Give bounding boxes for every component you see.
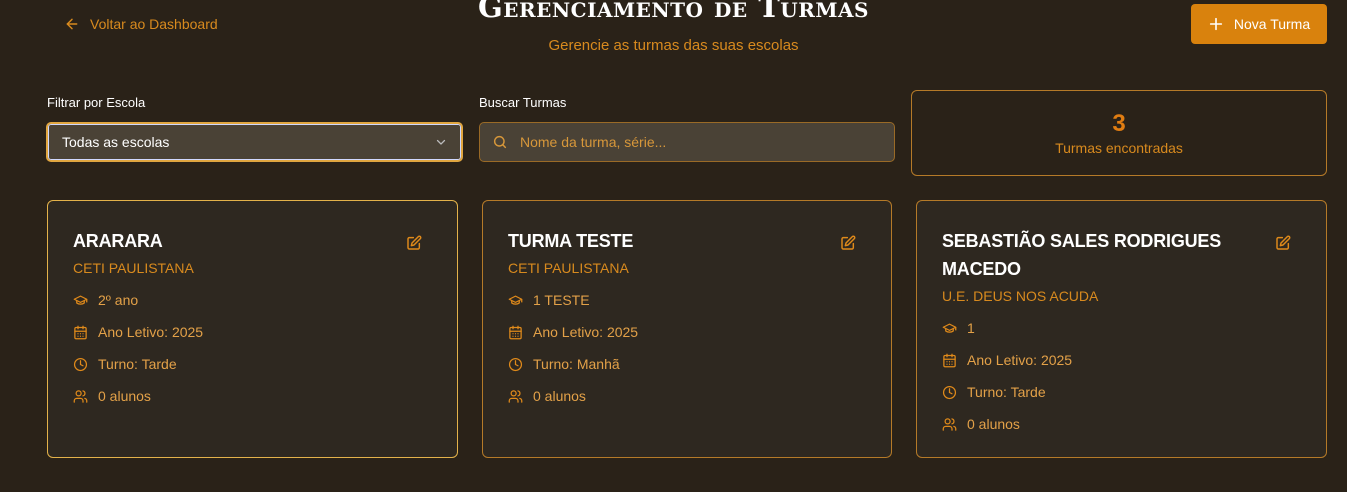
new-class-button[interactable]: Nova Turma bbox=[1191, 4, 1327, 44]
clock-icon bbox=[73, 357, 88, 371]
calendar-icon bbox=[509, 325, 522, 339]
class-card-year-text: Ano Letivo: 2025 bbox=[98, 324, 204, 340]
search-label: Buscar Turmas bbox=[479, 95, 567, 110]
chevron-down-icon bbox=[436, 139, 446, 145]
class-card-title: SEBASTIÃO SALES RODRIGUES MACEDO bbox=[942, 231, 1222, 279]
class-card-title: ARARARA bbox=[73, 231, 163, 251]
class-card-students-text: 0 alunos bbox=[967, 416, 1020, 432]
class-card[interactable]: ARARARA CETI PAULISTANA 2º ano Ano Letiv… bbox=[47, 200, 458, 458]
edit-icon[interactable] bbox=[840, 235, 856, 251]
page: Voltar ao Dashboard Gerenciamento de Tur… bbox=[0, 0, 1347, 492]
search-field[interactable] bbox=[479, 122, 895, 162]
class-card-year-text: Ano Letivo: 2025 bbox=[533, 324, 639, 340]
class-card-school: U.E. DEUS NOS ACUDA bbox=[942, 288, 1099, 304]
class-card-shift-text: Turno: Manhã bbox=[533, 356, 620, 372]
class-card-students-text: 0 alunos bbox=[533, 388, 586, 404]
edit-icon[interactable] bbox=[1275, 235, 1291, 251]
school-filter-value: Todas as escolas bbox=[62, 134, 170, 150]
clock-icon bbox=[942, 385, 957, 399]
search-icon bbox=[493, 135, 507, 149]
calendar-icon bbox=[74, 325, 87, 339]
class-card-shift: Turno: Tarde bbox=[942, 382, 1301, 402]
class-card-grade: 2º ano bbox=[73, 290, 432, 310]
class-card-shift: Turno: Tarde bbox=[73, 354, 432, 374]
users-icon bbox=[942, 417, 957, 431]
class-card-shift-text: Turno: Tarde bbox=[967, 384, 1046, 400]
class-card-year: Ano Letivo: 2025 bbox=[73, 322, 432, 342]
plus-icon bbox=[1209, 17, 1223, 31]
graduation-cap-icon bbox=[942, 323, 957, 333]
class-card-grade-text: 1 bbox=[967, 320, 975, 336]
users-icon bbox=[73, 389, 88, 403]
results-count: 3 bbox=[1112, 110, 1126, 137]
page-subtitle: Gerencie as turmas das suas escolas bbox=[548, 37, 799, 54]
edit-icon[interactable] bbox=[406, 235, 422, 251]
class-card-students: 0 alunos bbox=[942, 414, 1301, 434]
class-card[interactable]: SEBASTIÃO SALES RODRIGUES MACEDO U.E. DE… bbox=[916, 200, 1327, 458]
class-card-grade: 1 bbox=[942, 318, 1301, 338]
class-card-students: 0 alunos bbox=[73, 386, 432, 406]
new-class-button-label: Nova Turma bbox=[1233, 16, 1311, 32]
users-icon bbox=[508, 389, 523, 403]
page-title: Gerenciamento de Turmas bbox=[478, 0, 869, 24]
school-filter-select[interactable]: Todas as escolas bbox=[46, 122, 463, 162]
results-count-label: Turmas encontradas bbox=[1055, 140, 1183, 156]
class-card[interactable]: TURMA TESTE CETI PAULISTANA 1 TESTE Ano … bbox=[482, 200, 892, 458]
clock-icon bbox=[508, 357, 523, 371]
class-card-grade-text: 1 TESTE bbox=[533, 292, 590, 308]
graduation-cap-icon bbox=[508, 295, 523, 305]
class-card-school: CETI PAULISTANA bbox=[73, 260, 194, 276]
class-card-year: Ano Letivo: 2025 bbox=[508, 322, 866, 342]
class-card-title: TURMA TESTE bbox=[508, 231, 634, 251]
class-card-school: CETI PAULISTANA bbox=[508, 260, 629, 276]
results-count-panel: 3 Turmas encontradas bbox=[911, 90, 1327, 176]
class-card-year: Ano Letivo: 2025 bbox=[942, 350, 1301, 370]
class-card-shift-text: Turno: Tarde bbox=[98, 356, 177, 372]
class-card-grade: 1 TESTE bbox=[508, 290, 866, 310]
class-card-students: 0 alunos bbox=[508, 386, 866, 406]
search-input[interactable] bbox=[520, 134, 882, 150]
calendar-icon bbox=[943, 353, 956, 367]
school-filter-label: Filtrar por Escola bbox=[47, 95, 146, 110]
class-card-year-text: Ano Letivo: 2025 bbox=[967, 352, 1073, 368]
graduation-cap-icon bbox=[73, 295, 88, 305]
class-card-students-text: 0 alunos bbox=[98, 388, 151, 404]
class-card-shift: Turno: Manhã bbox=[508, 354, 866, 374]
class-card-grade-text: 2º ano bbox=[98, 292, 139, 308]
